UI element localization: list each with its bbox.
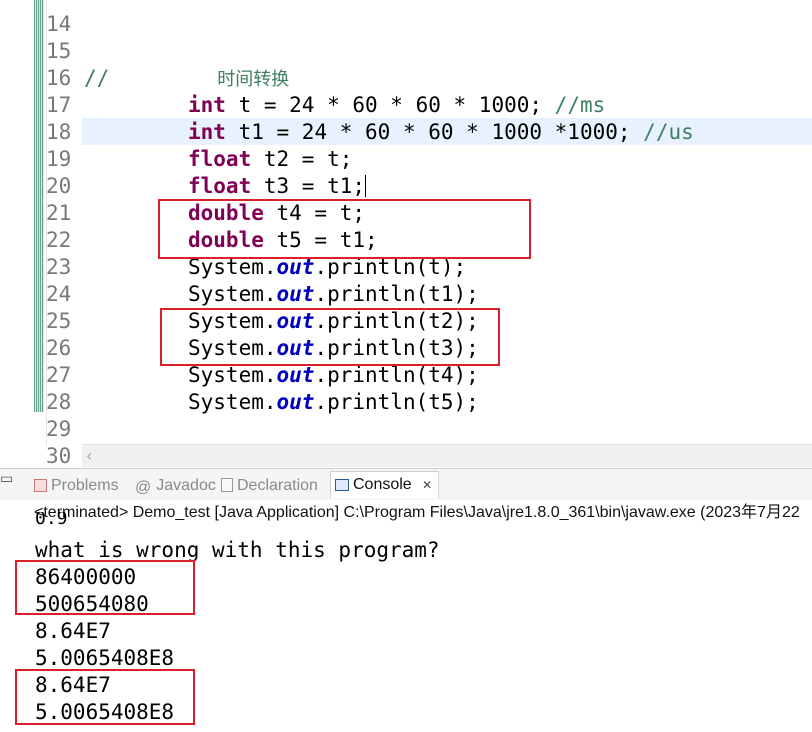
tab-console[interactable]: Console ✕: [330, 471, 440, 498]
tab-problems[interactable]: Problems: [34, 473, 119, 499]
terminated-status: <terminated> Demo_test [Java Application…: [34, 504, 800, 521]
code-line-17[interactable]: 17 int t1 = 24 * 60 * 60 * 1000 *1000; /…: [0, 65, 812, 144]
code-line-14[interactable]: 14: [0, 0, 812, 36]
highlight-box: [158, 199, 531, 259]
code-line-25[interactable]: 25 System.out.println(t3);: [0, 281, 812, 360]
code-line-29[interactable]: 29 }: [0, 389, 812, 468]
console-icon: [335, 479, 349, 491]
code-line-18[interactable]: 18 float t2 = t;: [0, 92, 812, 171]
code-line-20[interactable]: 20 double t4 = t;: [0, 146, 812, 225]
horizontal-scrollbar[interactable]: ‹: [82, 444, 812, 467]
code-line-28[interactable]: 28: [0, 362, 812, 414]
code-line-19[interactable]: 19 float t3 = t1;: [0, 119, 812, 198]
at-icon: @: [135, 479, 152, 496]
console-line: 5.0065408E8: [35, 646, 175, 670]
console-view[interactable]: <terminated> Demo_test [Java Application…: [0, 500, 812, 732]
console-line: 8.64E7: [35, 619, 111, 643]
highlight-box: [15, 669, 195, 725]
code-line-15[interactable]: 15 //时间转换: [0, 11, 812, 90]
tab-label: Problems: [51, 477, 119, 494]
tab-label: Console: [353, 476, 412, 493]
tab-javadoc[interactable]: @ Javadoc: [135, 473, 216, 499]
minimize-icon[interactable]: ▭: [0, 470, 20, 487]
highlight-box: [15, 560, 195, 615]
code-line-16[interactable]: 16 int t = 24 * 60 * 60 * 1000; //ms: [0, 38, 812, 117]
close-icon[interactable]: ✕: [422, 478, 432, 492]
code-editor[interactable]: 14 15 //时间转换 16 int t = 24 * 60 * 60 * 1…: [0, 0, 812, 468]
tab-declaration[interactable]: Declaration: [221, 473, 318, 499]
code-line-21[interactable]: 21 double t5 = t1;: [0, 173, 812, 252]
declaration-icon: [221, 478, 233, 492]
highlight-box: [160, 308, 500, 366]
scroll-left-icon[interactable]: ‹: [86, 445, 92, 467]
tab-label: Javadoc: [156, 477, 216, 494]
problems-icon: [34, 479, 47, 492]
tab-label: Declaration: [237, 477, 318, 494]
line-number: 30: [46, 444, 72, 468]
views-tab-bar: Problems @ Javadoc Declaration Console ✕: [0, 468, 812, 501]
console-line-partial: 0.9: [35, 512, 68, 526]
code-line-30[interactable]: 30: [0, 416, 812, 468]
